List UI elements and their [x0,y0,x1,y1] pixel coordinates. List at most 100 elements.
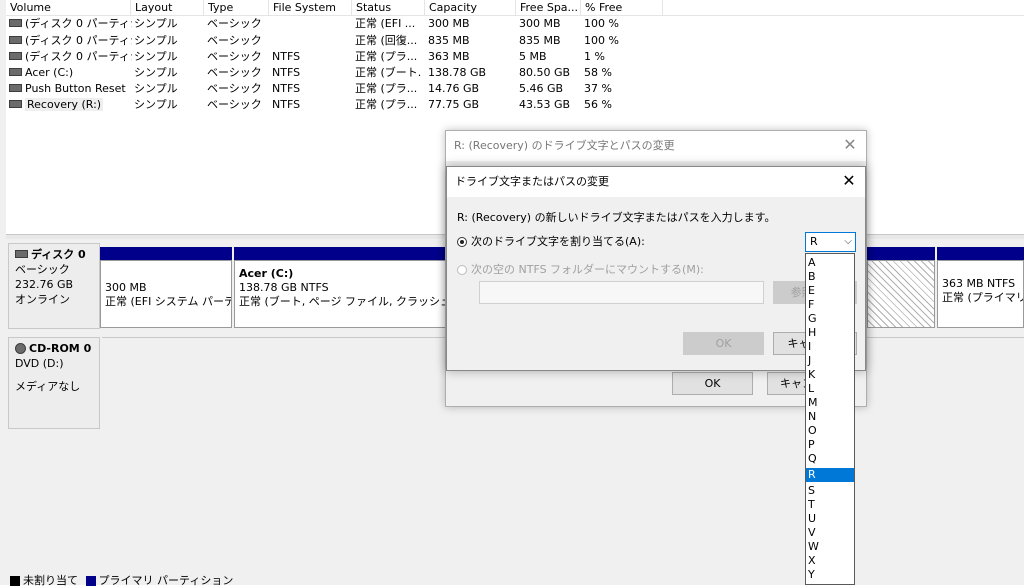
volume-fs: NTFS [272,98,301,111]
outer-close-icon[interactable]: ✕ [842,137,858,153]
inner-close-icon[interactable]: ✕ [841,173,857,189]
mount-folder-option[interactable]: 次の空の NTFS フォルダーにマウントする(M): [457,261,704,277]
drive-letter-option[interactable]: B [806,270,854,284]
partition-bar-c [234,247,446,260]
drive-letter-option[interactable]: V [806,526,854,540]
drive-letter-option[interactable]: X [806,554,854,568]
mount-folder-radio[interactable] [457,265,467,275]
cd-icon [15,342,26,354]
partition-c-status: 正常 (ブート, ページ ファイル, クラッシュ ダンプ, ベーシック データ … [239,295,446,308]
column-header-capacity[interactable]: Capacity [425,0,516,15]
column-header-file-system[interactable]: File System [269,0,352,15]
volume-free: 5.46 GB [519,82,564,95]
partition-selected-hatched[interactable] [867,260,935,328]
volume-disk-icon [9,52,22,60]
volume-name: Recovery (R:) [25,98,104,111]
volume-pct-free: 56 % [584,98,612,111]
outer-dialog-titlebar[interactable]: R: (Recovery) のドライブ文字とパスの変更 ✕ [446,131,866,161]
drive-letter-option[interactable]: F [806,298,854,312]
column-header-percent-free[interactable]: % Free [581,0,663,15]
instruction-text: R: (Recovery) の新しいドライブ文字またはパスを入力します。 [457,211,776,224]
volume-fs: NTFS [272,66,301,79]
volume-row[interactable]: (ディスク 0 パーティシ... シンプル ベーシック 正常 (EFI ... … [6,16,1024,32]
volume-name: (ディスク 0 パーティシ... [25,34,132,47]
assign-letter-label: 次のドライブ文字を割り当てる(A): [471,235,645,248]
volume-name: (ディスク 0 パーティシ... [25,50,132,63]
drive-letter-option[interactable]: N [806,410,854,424]
drive-letter-option[interactable]: A [806,256,854,270]
partition-efi-status: 正常 (EFI システム パーティション) [105,295,231,308]
drive-letter-option[interactable]: W [806,540,854,554]
volume-disk-icon [9,84,22,92]
volume-pct-free: 100 % [584,17,619,30]
partition-bar-unknown [867,247,935,260]
volume-status: 正常 (EFI ... [355,17,416,30]
drive-letter-option[interactable]: Q [806,452,854,466]
volume-type: ベーシック [207,34,262,47]
volume-pct-free: 37 % [584,82,612,95]
outer-ok-button[interactable]: OK [672,372,753,395]
disk0-label[interactable]: ディスク 0 ベーシック 232.76 GB オンライン [8,243,100,329]
column-header-volume[interactable]: Volume [6,0,131,15]
volume-name: (ディスク 0 パーティシ... [25,17,132,30]
volume-status: 正常 (プラ... [355,98,418,111]
column-header-type[interactable]: Type [204,0,269,15]
volume-row[interactable]: Recovery (R:) シンプル ベーシック NTFS 正常 (プラ... … [6,97,1024,113]
drive-letter-option[interactable]: G [806,312,854,326]
volume-row[interactable]: Push Button Reset シンプル ベーシック NTFS 正常 (プラ… [6,81,1024,97]
drive-letter-option[interactable]: T [806,498,854,512]
assign-letter-radio[interactable] [457,237,467,247]
volume-capacity: 300 MB [428,17,470,30]
drive-letter-select[interactable]: R ⌵ [805,232,856,252]
chevron-down-icon[interactable]: ⌵ [844,233,852,251]
volume-fs: NTFS [272,82,301,95]
legend: 未割り当て プライマリ パーティション [10,574,233,588]
volume-status: 正常 (プラ... [355,50,418,63]
volume-capacity: 138.78 GB [428,66,487,79]
partition-right[interactable]: 363 MB NTFS 正常 (プライマリ パーティション) [937,260,1024,328]
drive-letter-option[interactable]: K [806,368,854,382]
drive-letter-option-selected[interactable]: R [806,468,854,482]
drive-letter-option[interactable]: O [806,424,854,438]
inner-dialog-titlebar[interactable]: ドライブ文字またはパスの変更 ✕ [447,167,865,197]
volume-status: 正常 (プラ... [355,82,418,95]
drive-letter-option[interactable]: U [806,512,854,526]
volume-capacity: 77.75 GB [428,98,480,111]
volume-type: ベーシック [207,82,262,95]
volume-row[interactable]: (ディスク 0 パーティシ... シンプル ベーシック NTFS 正常 (プラ.… [6,49,1024,65]
partition-efi-size: 300 MB [105,281,147,294]
disk0-type: ベーシック [15,263,70,276]
assign-letter-option[interactable]: 次のドライブ文字を割り当てる(A): [457,233,645,249]
drive-letter-option[interactable]: H [806,326,854,340]
partition-c-label: Acer (C:) [239,267,294,280]
volume-fs: NTFS [272,50,301,63]
volume-disk-icon [9,36,22,44]
partition-c[interactable]: Acer (C:) 138.78 GB NTFS 正常 (ブート, ページ ファ… [234,260,446,328]
drive-letter-option[interactable]: L [806,382,854,396]
column-header-free-space[interactable]: Free Spa... [516,0,581,15]
column-header-status[interactable]: Status [352,0,425,15]
drive-letter-option[interactable]: P [806,438,854,452]
cdrom-media: メディアなし [15,380,81,393]
drive-letter-option[interactable]: M [806,396,854,410]
drive-letter-option[interactable]: E [806,284,854,298]
drive-letter-option[interactable]: Y [806,568,854,582]
volume-type: ベーシック [207,17,262,30]
volume-capacity: 363 MB [428,50,470,63]
column-header-layout[interactable]: Layout [131,0,204,15]
volume-fs [272,16,352,32]
inner-ok-button[interactable]: OK [683,332,764,355]
partition-efi[interactable]: 300 MB 正常 (EFI システム パーティション) [100,260,232,328]
volume-free: 43.53 GB [519,98,571,111]
volume-pct-free: 58 % [584,66,612,79]
folder-path-input[interactable] [479,281,764,304]
drive-letter-option[interactable]: I [806,340,854,354]
volume-name: Push Button Reset [25,82,126,95]
drive-letter-option[interactable]: J [806,354,854,368]
volume-layout: シンプル [134,66,178,79]
volume-layout: シンプル [134,82,178,95]
volume-row[interactable]: Acer (C:) シンプル ベーシック NTFS 正常 (ブート... 138… [6,65,1024,81]
drive-letter-option[interactable]: S [806,484,854,498]
cdrom-label[interactable]: CD-ROM 0 DVD (D:) メディアなし [8,337,100,429]
volume-row[interactable]: (ディスク 0 パーティシ... シンプル ベーシック 正常 (回復... 83… [6,33,1024,49]
